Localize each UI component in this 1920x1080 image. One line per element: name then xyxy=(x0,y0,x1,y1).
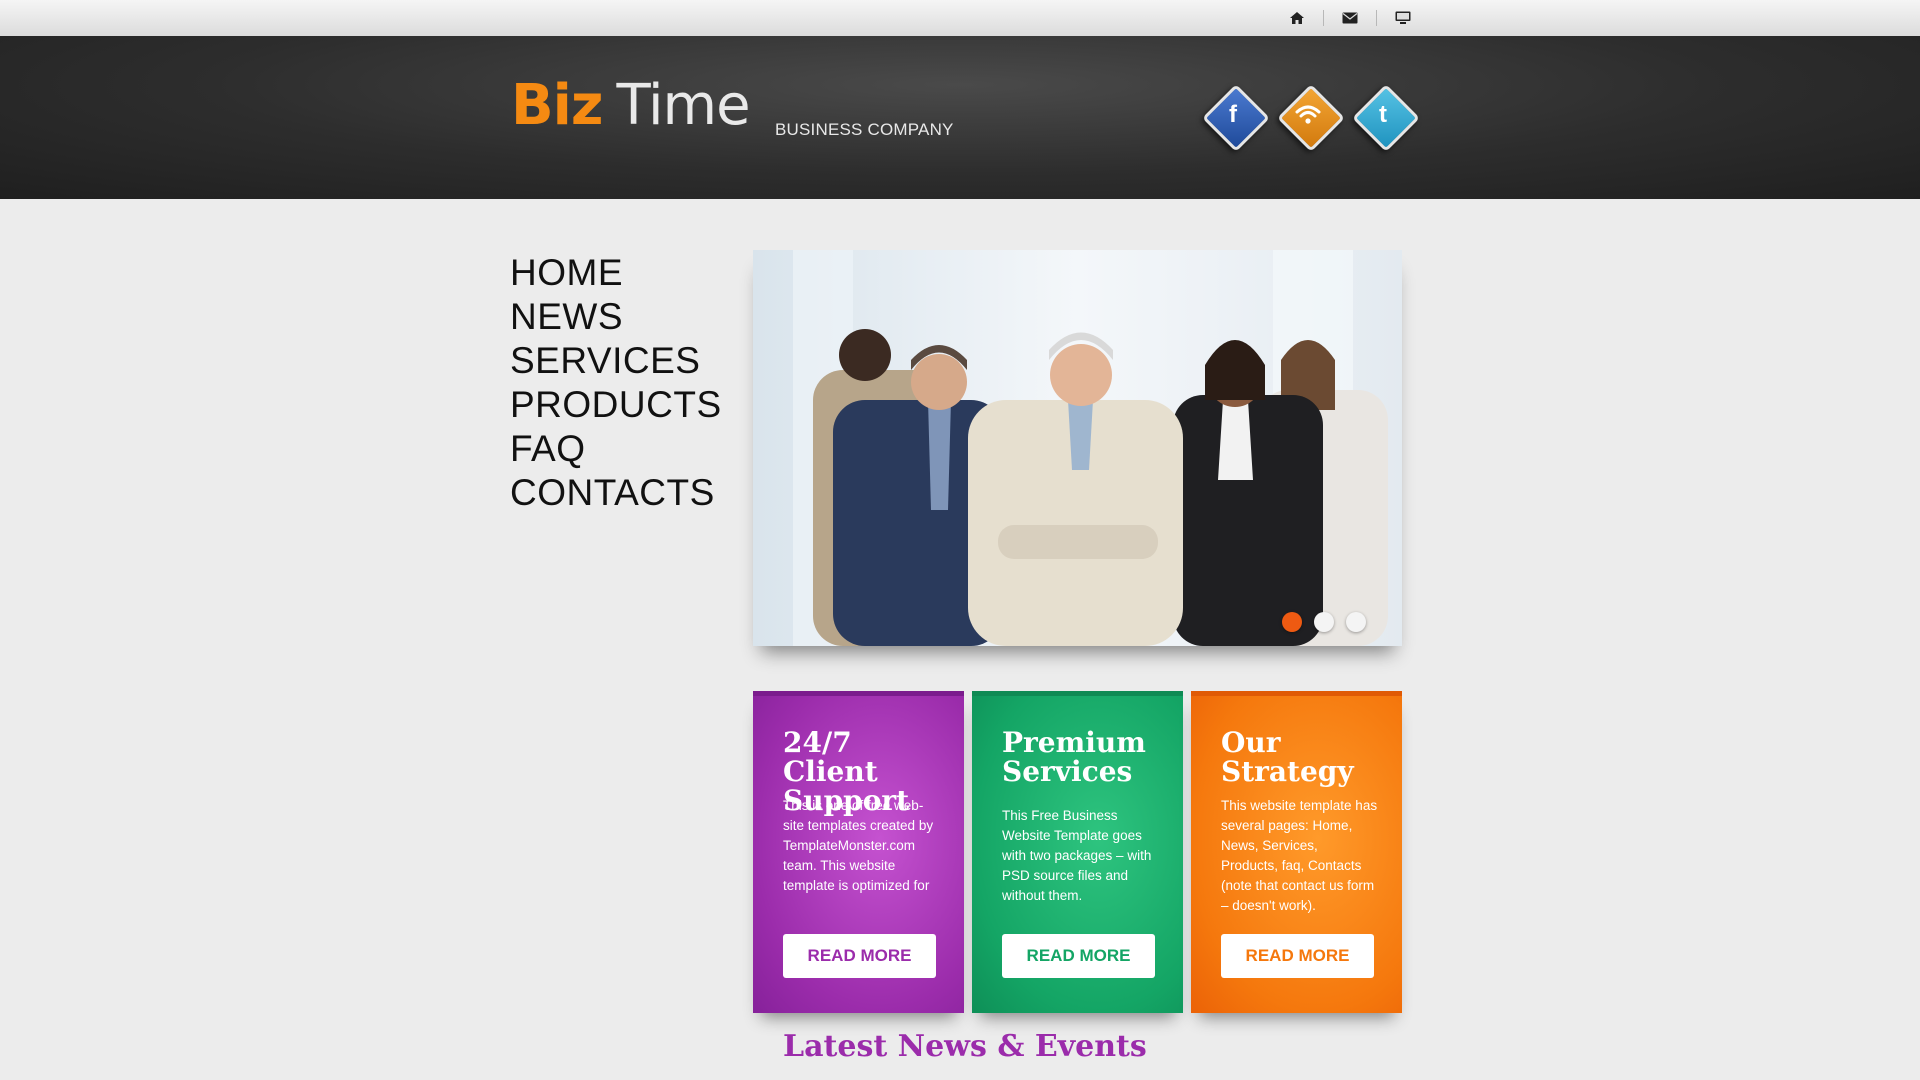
logo-time: Time xyxy=(616,73,750,138)
social-links: f t xyxy=(1202,84,1420,152)
main-nav: HOME NEWS SERVICES PRODUCTS FAQ CONTACTS xyxy=(510,251,722,515)
hero-slider[interactable] xyxy=(753,250,1402,646)
box-text: This is one of free web-site templates c… xyxy=(783,798,934,893)
twitter-glyph: t xyxy=(1379,101,1387,128)
slider-dot-2[interactable] xyxy=(1314,612,1334,632)
facebook-glyph: f xyxy=(1229,101,1237,128)
nav-services[interactable]: SERVICES xyxy=(510,339,722,383)
nav-faq[interactable]: FAQ xyxy=(510,427,722,471)
facebook-icon[interactable]: f xyxy=(1202,84,1270,152)
slide-image xyxy=(753,250,1402,646)
monitor-icon[interactable] xyxy=(1390,8,1416,28)
slider-dot-1[interactable] xyxy=(1282,612,1302,632)
mail-icon[interactable] xyxy=(1337,8,1363,28)
box-title: Premium Services xyxy=(1002,728,1169,786)
rss-glyph xyxy=(1278,85,1338,145)
read-more-button[interactable]: READ MORE xyxy=(1221,934,1374,978)
twitter-icon[interactable]: t xyxy=(1352,84,1420,152)
feature-box-services: Premium Services This Free Business Websi… xyxy=(972,691,1183,1013)
slider-dots xyxy=(1282,612,1366,632)
slider-dot-3[interactable] xyxy=(1346,612,1366,632)
feature-box-support: 24/7 Client Support This is one of free w… xyxy=(753,691,964,1013)
top-utility-bar xyxy=(0,0,1920,37)
box-title-line2: Services xyxy=(1002,755,1133,788)
divider xyxy=(1376,10,1377,26)
box-title-line2: Strategy xyxy=(1221,755,1354,788)
latest-news-heading: Latest News & Events xyxy=(783,1029,1147,1064)
top-icons xyxy=(1284,8,1416,28)
nav-products[interactable]: PRODUCTS xyxy=(510,383,722,427)
tagline: BUSINESS COMPANY xyxy=(775,120,954,139)
nav-contacts[interactable]: CONTACTS xyxy=(510,471,722,515)
logo-biz: Biz xyxy=(511,73,603,138)
feature-box-strategy: Our Strategy This website template has se… xyxy=(1191,691,1402,1013)
box-title: Our Strategy xyxy=(1221,728,1388,786)
read-more-button[interactable]: READ MORE xyxy=(783,934,936,978)
rss-icon[interactable] xyxy=(1277,84,1345,152)
box-text: This website template has several pages:… xyxy=(1221,798,1378,913)
box-title-line1: 24/7 Client xyxy=(783,726,878,788)
nav-home[interactable]: HOME xyxy=(510,251,722,295)
read-more-button[interactable]: READ MORE xyxy=(1002,934,1155,978)
home-icon[interactable] xyxy=(1284,8,1310,28)
site-header: Biz Time BUSINESS COMPANY f t xyxy=(0,36,1920,199)
nav-news[interactable]: NEWS xyxy=(510,295,722,339)
box-text: This Free Business Website Template goes… xyxy=(1002,808,1152,903)
logo[interactable]: Biz Time xyxy=(511,78,751,134)
divider xyxy=(1323,10,1324,26)
